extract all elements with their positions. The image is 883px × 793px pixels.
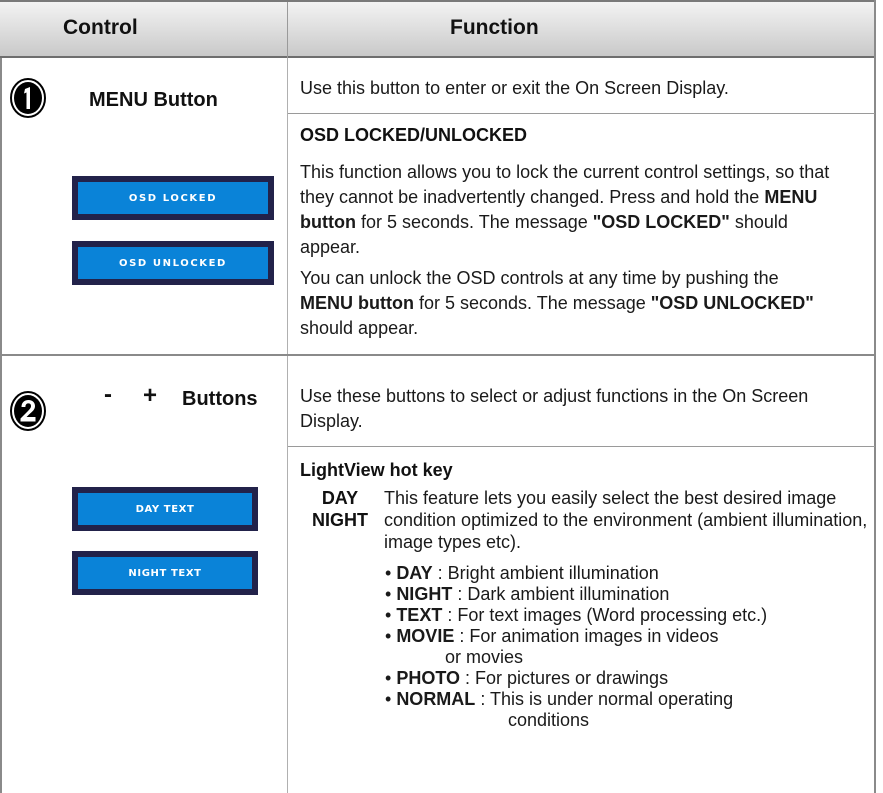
osd-locked-text: OSD LOCKED [78, 182, 268, 214]
osd-unlocked-message: OSD UNLOCKED [72, 241, 274, 285]
osd-day-text-message: DAY TEXT [72, 487, 258, 531]
header-control: Control [63, 16, 138, 39]
osd-lock-paragraph: This function allows you to lock the cur… [300, 162, 830, 257]
day-label: DAY [321, 488, 359, 508]
lightview-subhead: LightView hot key [300, 460, 453, 480]
list-item: • NORMAL : This is under normal operatin… [385, 689, 734, 709]
table-right-border [874, 0, 876, 793]
buttons-intro: Use these buttons to select or adjust fu… [300, 386, 809, 431]
row-separator [288, 446, 875, 447]
list-item: • DAY : Bright ambient illumination [385, 563, 659, 583]
header-divider [287, 2, 288, 58]
section-separator [0, 354, 876, 356]
list-item: • MOVIE : For animation images in videos [385, 626, 719, 646]
list-item: • NIGHT : Dark ambient illumination [385, 584, 670, 604]
controls-table: Control Function MENU Button OSD LOCKED … [0, 0, 883, 793]
osd-night-text-message: NIGHT TEXT [72, 551, 258, 595]
osd-lock-subhead: OSD LOCKED/UNLOCKED [300, 125, 528, 145]
osd-day-text: DAY TEXT [78, 493, 252, 525]
osd-locked-message: OSD LOCKED [72, 176, 274, 220]
lightview-description: This feature lets you easily select the … [384, 488, 868, 552]
night-label: NIGHT [312, 510, 368, 530]
minus-button-glyph: - [104, 381, 112, 408]
osd-night-text: NIGHT TEXT [78, 557, 252, 589]
osd-unlocked-text: OSD UNLOCKED [78, 247, 268, 279]
row-separator [288, 113, 875, 114]
list-item-continuation: or movies [445, 647, 524, 667]
day-night-label: DAY NIGHT [310, 487, 370, 531]
circled-number-1-icon [10, 78, 46, 118]
column-divider [287, 58, 288, 793]
list-item: • TEXT : For text images (Word processin… [385, 605, 768, 625]
list-item-continuation: conditions [508, 710, 590, 730]
table-header: Control Function [0, 0, 876, 58]
header-function: Function [450, 16, 539, 39]
table-left-border [0, 58, 2, 793]
buttons-label: Buttons [182, 388, 258, 410]
osd-unlock-paragraph: You can unlock the OSD controls at any t… [300, 268, 814, 338]
menu-button-label: MENU Button [89, 89, 218, 111]
circled-number-2-icon [10, 391, 46, 431]
list-item: • PHOTO : For pictures or drawings [385, 668, 669, 688]
menu-button-intro: Use this button to enter or exit the On … [300, 78, 729, 98]
plus-button-glyph: + [143, 382, 158, 409]
